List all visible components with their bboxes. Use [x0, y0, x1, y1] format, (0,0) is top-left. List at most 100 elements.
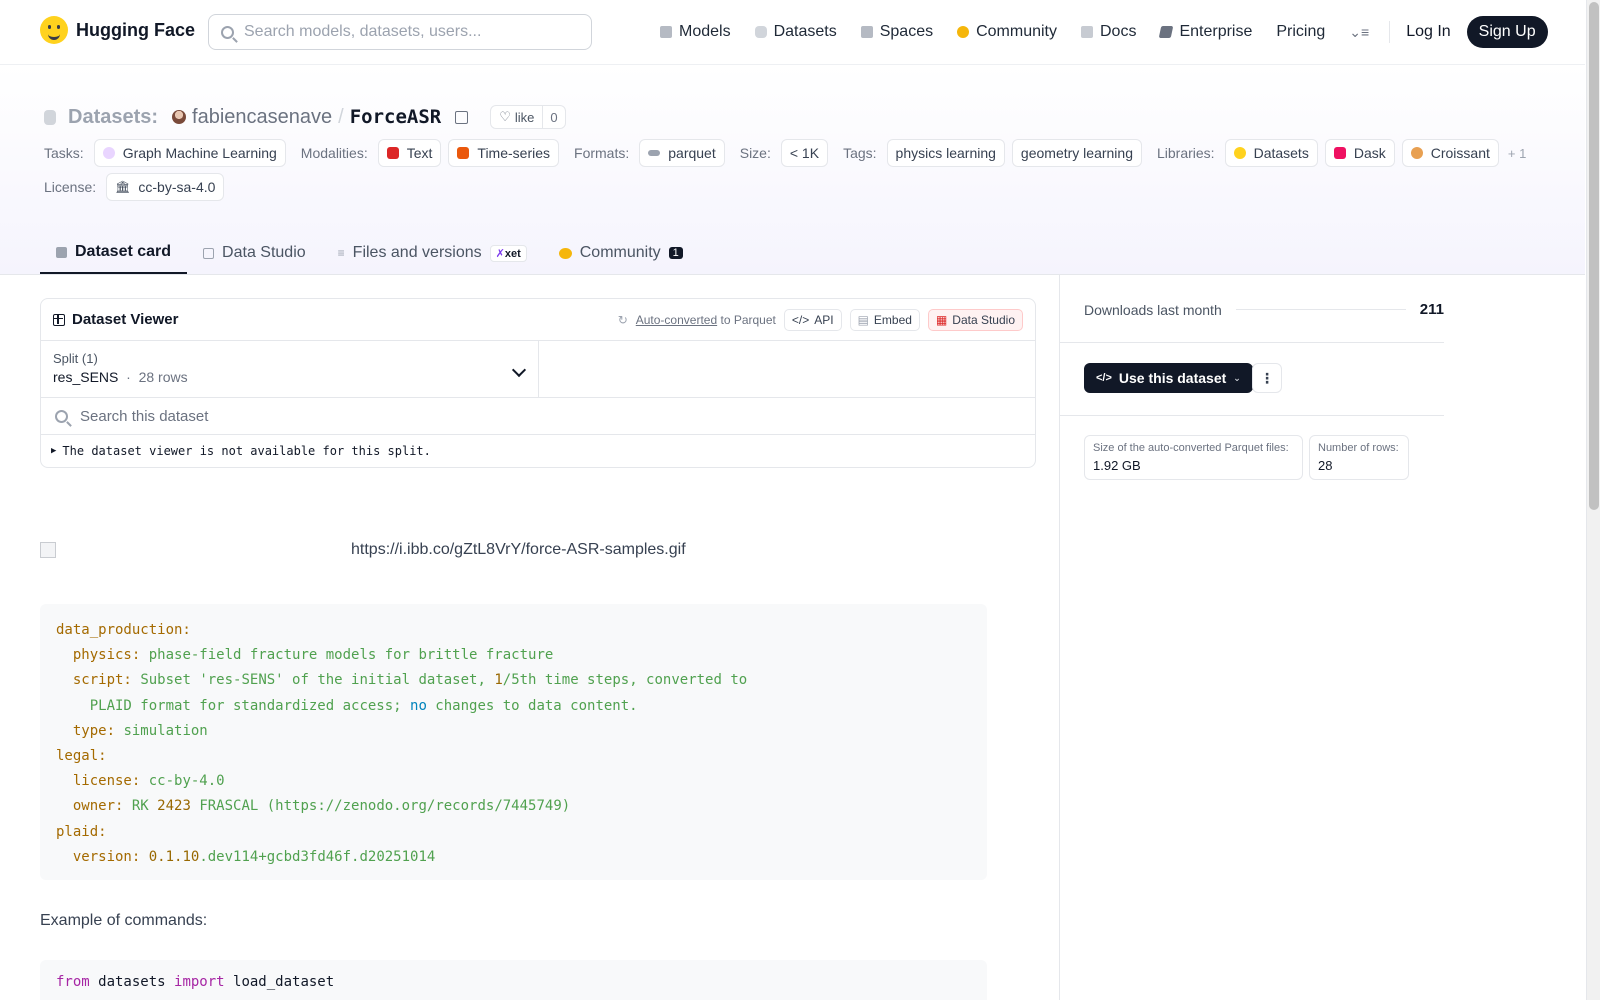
- nav-enterprise[interactable]: Enterprise: [1159, 23, 1252, 41]
- repo-header: Datasets: fabiencasenave / ForceASR ♡ lik…: [0, 65, 1585, 275]
- tasks-group: Tasks: Graph Machine Learning: [44, 139, 293, 167]
- repo-owner-link[interactable]: fabiencasenave: [192, 106, 332, 129]
- tag-format-parquet[interactable]: parquet: [639, 139, 725, 167]
- tag-task[interactable]: Graph Machine Learning: [93, 139, 286, 167]
- split-count-label: Split (1): [53, 351, 98, 366]
- tag-format-label: parquet: [668, 145, 716, 161]
- tag-modality-text-label: Text: [406, 145, 433, 161]
- downloads-sparkline: [1235, 309, 1406, 310]
- tag-lib-dask-label: Dask: [1353, 145, 1386, 161]
- size-label: Size:: [739, 145, 771, 161]
- more-options-button[interactable]: ⋮: [1252, 363, 1282, 393]
- license-row: License: 🏛 cc-by-sa-4.0: [44, 173, 231, 201]
- viewer-unavailable-details[interactable]: ▶ The dataset viewer is not available fo…: [41, 435, 1035, 467]
- brand-link[interactable]: Hugging Face: [40, 16, 195, 44]
- license-label: License:: [44, 179, 97, 195]
- tab-dataset-card[interactable]: Dataset card: [40, 232, 188, 274]
- tab-community[interactable]: Community 1: [543, 232, 699, 274]
- croissant-icon: [1410, 147, 1423, 159]
- nav-more-menu[interactable]: ⌄≡: [1349, 24, 1369, 41]
- code-line: license: cc-by-4.0: [72, 773, 225, 790]
- data-studio-button[interactable]: ▦ Data Studio: [927, 308, 1023, 331]
- auto-converted-link[interactable]: Auto-converted: [636, 313, 717, 327]
- tag-license[interactable]: 🏛 cc-by-sa-4.0: [106, 173, 225, 201]
- login-link[interactable]: Log In: [1406, 23, 1450, 41]
- viewer-actions: ↻ Auto-converted to Parquet </> API ▤ Embe…: [618, 308, 1023, 331]
- libraries-more[interactable]: + 1: [1508, 146, 1526, 161]
- nav-spaces[interactable]: Spaces: [860, 23, 934, 41]
- size-group: Size: < 1K: [740, 139, 835, 167]
- nav-datasets[interactable]: Datasets: [754, 23, 837, 41]
- api-button[interactable]: </> API: [783, 308, 842, 331]
- global-search-input[interactable]: [244, 23, 564, 41]
- viewer-unavailable-text: The dataset viewer is not available for …: [62, 444, 431, 458]
- nav-spaces-label: Spaces: [879, 23, 934, 40]
- split-select[interactable]: Split (1) res_SENS · 28 rows: [41, 341, 539, 397]
- code-line: version: 0.1.10.dev114+gcbd3fd46f.d20251…: [72, 848, 436, 865]
- tasks-label: Tasks:: [44, 145, 84, 161]
- signup-button[interactable]: Sign Up: [1466, 16, 1548, 48]
- repo-name[interactable]: ForceASR: [350, 106, 442, 128]
- xet-icon: ✗: [495, 247, 505, 260]
- tags-label: Tags:: [843, 145, 877, 161]
- like-button[interactable]: ♡ like 0: [490, 105, 566, 129]
- nav-pricing-label: Pricing: [1276, 23, 1326, 40]
- tab-data-studio[interactable]: Data Studio: [187, 232, 322, 274]
- nav-pricing[interactable]: Pricing: [1276, 23, 1325, 41]
- python-code-block: from datasets import load_dataset: [40, 960, 987, 1000]
- to-parquet-label: to Parquet: [720, 312, 776, 327]
- tag-lib-croissant[interactable]: Croissant: [1401, 139, 1499, 167]
- tab-files-versions[interactable]: ≡ Files and versions ✗xet: [322, 232, 543, 274]
- tag-size[interactable]: < 1K: [780, 139, 829, 167]
- scrollbar-thumb[interactable]: [1589, 2, 1599, 510]
- sidebar-divider: [1060, 342, 1444, 343]
- tag-lib-dask[interactable]: Dask: [1324, 139, 1395, 167]
- embed-button[interactable]: ▤ Embed: [849, 308, 920, 331]
- nav-models[interactable]: Models: [660, 23, 731, 41]
- tag-lib-datasets[interactable]: Datasets: [1224, 139, 1318, 167]
- row-count-stat: Number of rows: 28: [1309, 435, 1409, 480]
- modalities-group: Modalities: Text Time-series: [301, 139, 566, 167]
- page-scrollbar[interactable]: [1586, 0, 1600, 1000]
- downloads-label: Downloads last month: [1084, 301, 1222, 318]
- like-toggle[interactable]: ♡ like: [491, 106, 544, 128]
- repo-title: Datasets: fabiencasenave / ForceASR ♡ lik…: [44, 105, 566, 129]
- repo-tabs: Dataset card Data Studio ≡ Files and ver…: [40, 232, 699, 274]
- use-dataset-button[interactable]: </> Use this dataset ⌄: [1084, 363, 1253, 393]
- auto-converted-info[interactable]: Auto-converted to Parquet: [636, 313, 776, 327]
- nav-community[interactable]: Community: [957, 23, 1057, 41]
- like-count[interactable]: 0: [543, 110, 564, 125]
- chevron-down-icon: ⌄: [1233, 372, 1241, 383]
- tab-files-label: Files and versions: [352, 244, 482, 261]
- parquet-icon: [648, 150, 661, 156]
- parquet-size-stat: Size of the auto-converted Parquet files…: [1084, 435, 1303, 480]
- nav-docs[interactable]: Docs: [1081, 23, 1136, 41]
- tag-geometry-learning[interactable]: geometry learning: [1011, 139, 1142, 167]
- brand-name: Hugging Face: [76, 19, 196, 40]
- repo-type-link[interactable]: Datasets:: [68, 106, 158, 129]
- tab-community-label: Community: [579, 244, 661, 261]
- row-count-value: 28: [1318, 458, 1333, 473]
- formats-group: Formats: parquet: [574, 139, 732, 167]
- broken-image-icon: [40, 542, 56, 558]
- viewer-title: Dataset Viewer: [53, 311, 178, 328]
- scale-icon: 🏛: [115, 180, 131, 194]
- embed-button-label: Embed: [873, 312, 912, 327]
- libraries-group: Libraries: Datasets Dask Croissant + 1: [1157, 139, 1526, 167]
- tag-lib-datasets-label: Datasets: [1253, 145, 1309, 161]
- copy-icon[interactable]: [455, 110, 469, 124]
- book-icon: [1081, 26, 1093, 38]
- tags-row: Tasks: Graph Machine Learning Modalities…: [44, 139, 1534, 167]
- disclosure-triangle-icon: ▶: [51, 446, 57, 456]
- tag-modality-timeseries[interactable]: Time-series: [448, 139, 560, 167]
- parquet-size-label: Size of the auto-converted Parquet files…: [1093, 442, 1289, 454]
- topic-tags-group: Tags: physics learning geometry learning: [843, 139, 1149, 167]
- global-search[interactable]: [208, 14, 592, 50]
- tag-modality-text[interactable]: Text: [377, 139, 442, 167]
- split-rows: 28 rows: [138, 369, 188, 385]
- tag-modality-timeseries-label: Time-series: [477, 145, 551, 161]
- repo-separator: /: [338, 105, 344, 128]
- tag-physics-learning[interactable]: physics learning: [886, 139, 1005, 167]
- xet-badge-label: xet: [504, 247, 521, 260]
- dataset-search[interactable]: Search this dataset: [41, 398, 1035, 435]
